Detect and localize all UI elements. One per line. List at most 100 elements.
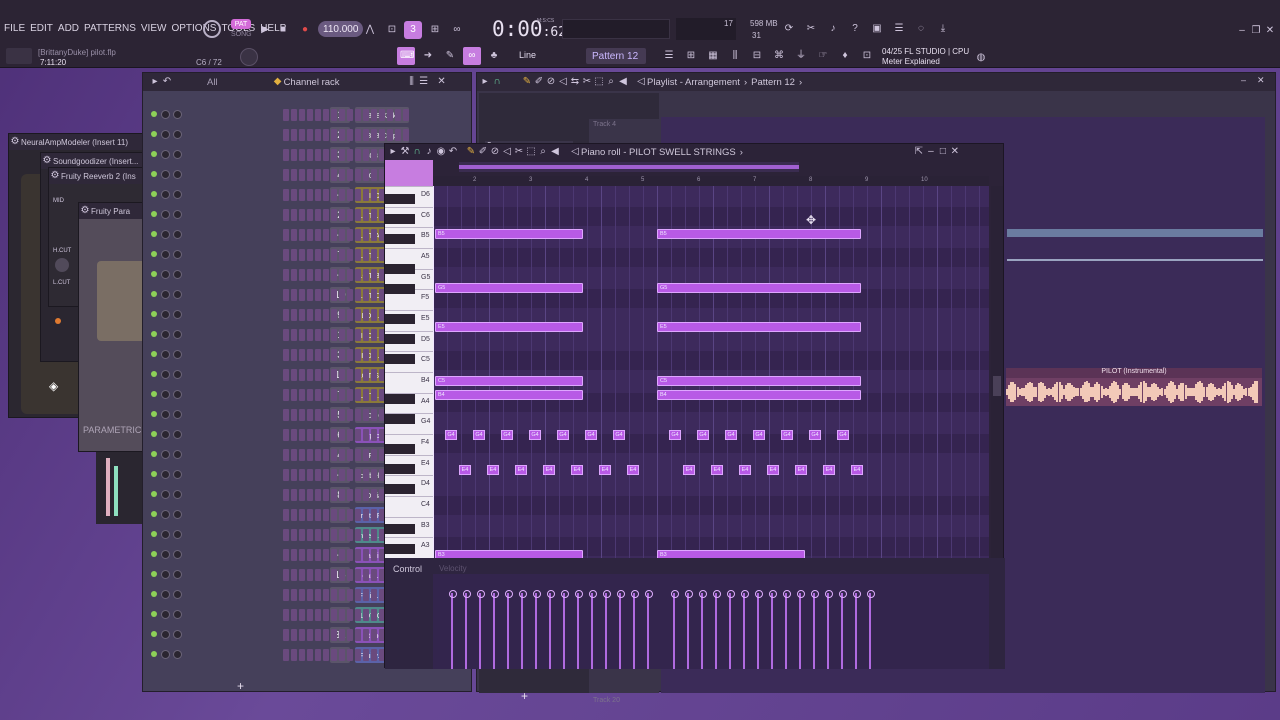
step-button[interactable] bbox=[315, 409, 321, 421]
step-button[interactable] bbox=[291, 369, 297, 381]
note[interactable]: B5 bbox=[657, 229, 861, 240]
step-button[interactable] bbox=[355, 569, 361, 581]
step-button[interactable] bbox=[315, 129, 321, 141]
step-button[interactable] bbox=[339, 489, 345, 501]
step-button[interactable] bbox=[283, 469, 289, 481]
step-button[interactable] bbox=[363, 609, 369, 621]
magnet-icon[interactable]: ∩ bbox=[491, 76, 503, 88]
step-button[interactable] bbox=[283, 229, 289, 241]
volume-knob[interactable] bbox=[173, 390, 182, 399]
step-button[interactable] bbox=[283, 249, 289, 261]
step-button[interactable] bbox=[339, 209, 345, 221]
volume-knob[interactable] bbox=[173, 250, 182, 259]
step-button[interactable] bbox=[395, 109, 401, 121]
step-button[interactable] bbox=[307, 109, 313, 121]
step-button[interactable] bbox=[323, 449, 329, 461]
step-button[interactable] bbox=[363, 489, 369, 501]
step-button[interactable] bbox=[363, 189, 369, 201]
step-button[interactable] bbox=[355, 209, 361, 221]
channel-led[interactable] bbox=[151, 471, 157, 477]
control-label[interactable]: Control bbox=[393, 564, 422, 574]
velocity-bar[interactable] bbox=[853, 590, 861, 669]
step-button[interactable] bbox=[323, 329, 329, 341]
step-button[interactable] bbox=[299, 109, 305, 121]
step-button[interactable] bbox=[371, 269, 377, 281]
delete-icon[interactable]: ⊘ bbox=[545, 76, 557, 88]
step-button[interactable] bbox=[299, 249, 305, 261]
undo-history-button[interactable]: ⟳ bbox=[780, 20, 798, 38]
step-button[interactable] bbox=[331, 649, 337, 661]
step-button[interactable] bbox=[347, 109, 353, 121]
step-button[interactable] bbox=[315, 369, 321, 381]
step-button[interactable] bbox=[283, 549, 289, 561]
step-button[interactable] bbox=[355, 389, 361, 401]
velocity-bar[interactable] bbox=[463, 590, 471, 669]
short-note[interactable]: G4 bbox=[697, 429, 709, 440]
step-button[interactable] bbox=[355, 629, 361, 641]
step-button[interactable] bbox=[299, 569, 305, 581]
volume-knob[interactable] bbox=[173, 270, 182, 279]
step-button[interactable] bbox=[283, 589, 289, 601]
mixer-view-button[interactable]: ⫼ bbox=[726, 47, 744, 65]
step-button[interactable] bbox=[331, 489, 337, 501]
step-button[interactable] bbox=[363, 229, 369, 241]
step-button[interactable] bbox=[291, 389, 297, 401]
loop-record-button[interactable]: ∞ bbox=[448, 21, 466, 39]
channel-led[interactable] bbox=[151, 551, 157, 557]
step-button[interactable] bbox=[291, 609, 297, 621]
pan-knob[interactable] bbox=[161, 290, 170, 299]
step-button[interactable] bbox=[323, 389, 329, 401]
step-button[interactable] bbox=[363, 209, 369, 221]
step-button[interactable] bbox=[307, 549, 313, 561]
pan-knob[interactable] bbox=[161, 650, 170, 659]
wrench-icon[interactable]: ⚒ bbox=[399, 146, 411, 158]
pan-knob[interactable] bbox=[161, 130, 170, 139]
channel-led[interactable] bbox=[151, 351, 157, 357]
step-button[interactable] bbox=[283, 149, 289, 161]
velocity-bar[interactable] bbox=[547, 590, 555, 669]
step-button[interactable] bbox=[323, 429, 329, 441]
pattern-snap-button[interactable]: ⌨ bbox=[397, 47, 415, 65]
step-button[interactable] bbox=[291, 229, 297, 241]
step-button[interactable] bbox=[291, 489, 297, 501]
step-button[interactable] bbox=[331, 169, 337, 181]
step-button[interactable] bbox=[363, 269, 369, 281]
step-button[interactable] bbox=[299, 549, 305, 561]
step-button[interactable] bbox=[331, 209, 337, 221]
tempo-display[interactable]: 110.000 bbox=[318, 21, 364, 37]
pan-knob[interactable] bbox=[161, 530, 170, 539]
step-button[interactable] bbox=[347, 369, 353, 381]
step-button[interactable] bbox=[299, 509, 305, 521]
menu-patterns[interactable]: PATTERNS bbox=[84, 23, 136, 34]
scrollbar-thumb[interactable] bbox=[993, 376, 1001, 396]
channel-led[interactable] bbox=[151, 431, 157, 437]
note[interactable]: B3 bbox=[435, 549, 583, 558]
step-button[interactable] bbox=[331, 309, 337, 321]
channel-led[interactable] bbox=[151, 611, 157, 617]
channel-led[interactable] bbox=[151, 151, 157, 157]
step-button[interactable] bbox=[299, 449, 305, 461]
audio-clip-pilot-instrumental[interactable]: PILOT (Instrumental) bbox=[1006, 368, 1262, 406]
brush-icon[interactable]: ✐ bbox=[533, 76, 545, 88]
step-button[interactable] bbox=[299, 169, 305, 181]
volume-knob[interactable] bbox=[173, 170, 182, 179]
step-button[interactable] bbox=[323, 289, 329, 301]
step-button[interactable] bbox=[283, 369, 289, 381]
step-button[interactable] bbox=[283, 209, 289, 221]
short-note[interactable]: E4 bbox=[459, 465, 471, 475]
step-button[interactable] bbox=[315, 489, 321, 501]
step-button[interactable] bbox=[355, 109, 361, 121]
step-button[interactable] bbox=[355, 309, 361, 321]
volume-knob[interactable] bbox=[173, 290, 182, 299]
note-grid[interactable]: B5 B5 G5 G5 E5 E5 C5 C5 B4 B4 B3 B3 G4 G4 G4 G4 G4 G4 G4 G4… bbox=[433, 186, 989, 558]
select-icon[interactable]: ⬚ bbox=[525, 146, 537, 158]
step-button[interactable] bbox=[283, 169, 289, 181]
step-button[interactable] bbox=[339, 289, 345, 301]
step-button[interactable] bbox=[299, 609, 305, 621]
neuralamp-titlebar[interactable]: ⚙ NeuralAmpModeler (Insert 11) bbox=[9, 134, 147, 150]
channel-led[interactable] bbox=[151, 491, 157, 497]
step-button[interactable] bbox=[307, 329, 313, 341]
step-button[interactable] bbox=[371, 369, 377, 381]
short-note[interactable]: E4 bbox=[767, 465, 779, 475]
playlist-titlebar[interactable]: ▸ ∩ ✎ ✐ ⊘ ◁ ⇆ ✂ ⬚ ⌕ ◀ ◁ Playlist - Arran… bbox=[477, 73, 1275, 91]
